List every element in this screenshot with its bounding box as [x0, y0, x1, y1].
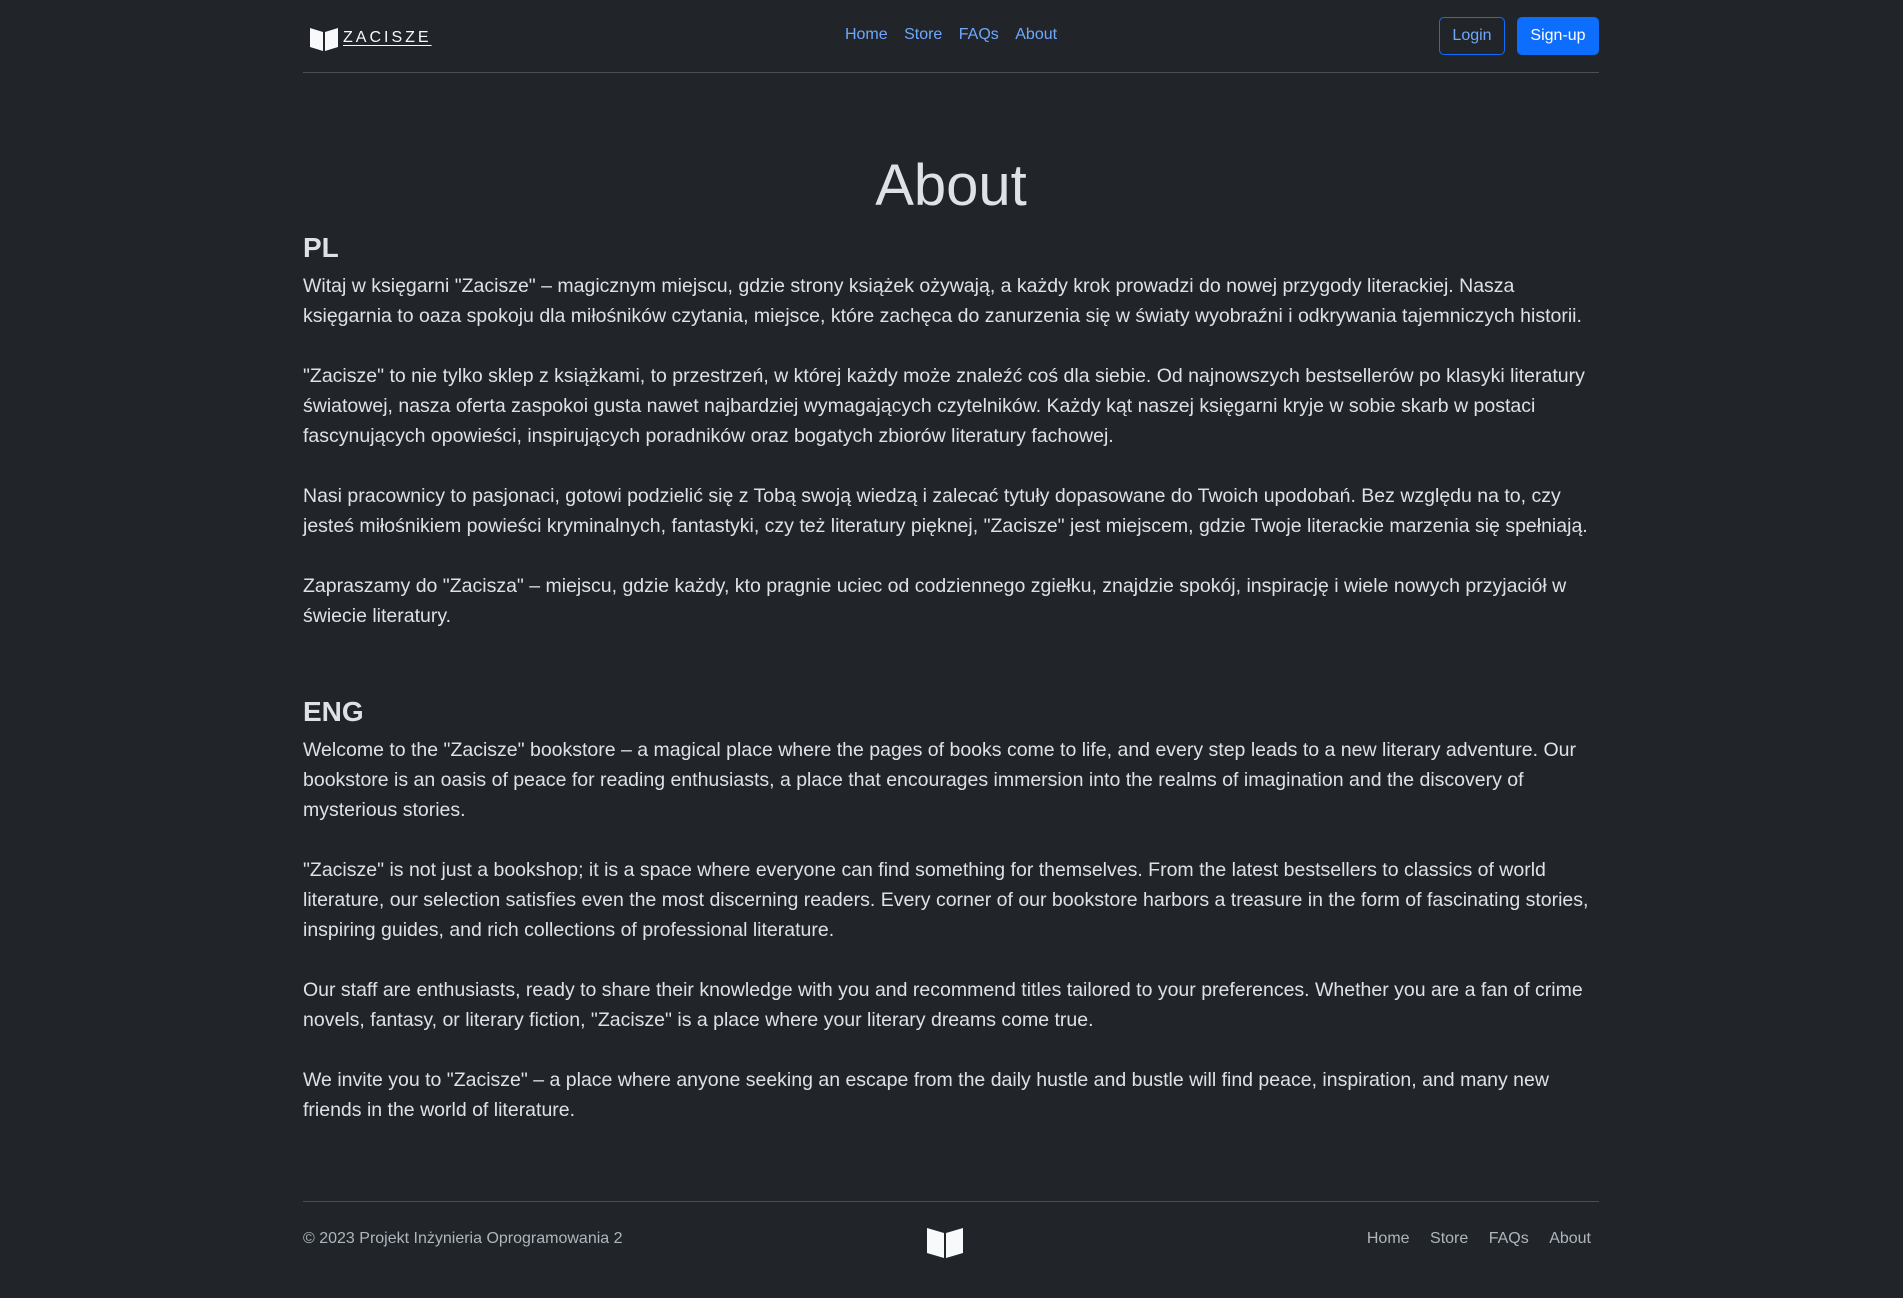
paragraph: Witaj w księgarni "Zacisze" – magicznym …	[303, 274, 1582, 327]
section-pl: PL Witaj w księgarni "Zacisze" – magiczn…	[303, 231, 1599, 631]
section-heading-eng: ENG	[303, 695, 364, 727]
main-content: About PL Witaj w księgarni "Zacisze" – m…	[303, 73, 1599, 1125]
section-heading-pl: PL	[303, 231, 339, 263]
signup-button[interactable]: Sign-up	[1517, 17, 1599, 55]
paragraph: "Zacisze" to nie tylko sklep z książkami…	[303, 364, 1585, 447]
footer-nav-about[interactable]: About	[1549, 1230, 1591, 1247]
nav-store[interactable]: Store	[904, 26, 942, 43]
footer: © 2023 Projekt Inżynieria Oprogramowania…	[303, 1201, 1599, 1262]
footer-nav-faqs[interactable]: FAQs	[1489, 1230, 1529, 1247]
auth-buttons: Login Sign-up	[1439, 17, 1599, 55]
footer-nav-home[interactable]: Home	[1367, 1230, 1410, 1247]
nav-about[interactable]: About	[1015, 26, 1057, 43]
paragraph: Zapraszamy do "Zacisza" – miejscu, gdzie…	[303, 574, 1567, 627]
open-book-icon[interactable]	[926, 1223, 964, 1259]
paragraph: Welcome to the "Zacisze" bookstore – a m…	[303, 738, 1576, 821]
paragraph: "Zacisze" is not just a bookshop; it is …	[303, 858, 1589, 941]
footer-nav-store[interactable]: Store	[1430, 1230, 1468, 1247]
login-button[interactable]: Login	[1439, 17, 1505, 55]
header: ZACISZE Home Store FAQs About Login Sign…	[303, 0, 1599, 73]
footer-nav: Home Store FAQs About	[1359, 1230, 1599, 1248]
main-nav: Home Store FAQs About	[303, 26, 1599, 44]
copyright-text: © 2023 Projekt Inżynieria Oprogramowania…	[303, 1230, 623, 1247]
page-title: About	[875, 153, 1027, 218]
paragraph: We invite you to "Zacisze" – a place whe…	[303, 1068, 1549, 1121]
page-container: ZACISZE Home Store FAQs About Login Sign…	[303, 0, 1599, 1258]
paragraph: Nasi pracownicy to pasjonaci, gotowi pod…	[303, 484, 1588, 537]
paragraph: Our staff are enthusiasts, ready to shar…	[303, 978, 1583, 1031]
nav-faqs[interactable]: FAQs	[959, 26, 999, 43]
nav-home[interactable]: Home	[845, 26, 888, 43]
section-eng: ENG Welcome to the "Zacisze" bookstore –…	[303, 695, 1599, 1125]
